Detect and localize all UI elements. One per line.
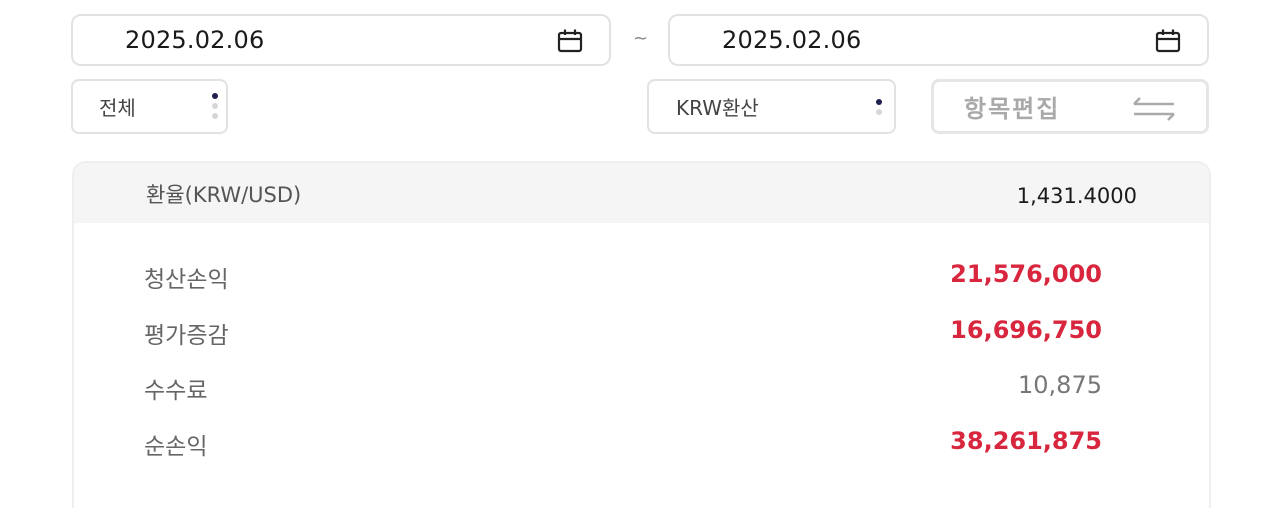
- exchange-rate-value: 1,431.4000: [1016, 184, 1137, 208]
- spinner-dots-icon: [212, 93, 218, 119]
- currency-select[interactable]: KRW환산: [647, 79, 896, 134]
- swap-arrows-icon: [1133, 97, 1175, 121]
- calendar-icon[interactable]: [1155, 28, 1181, 54]
- calendar-icon[interactable]: [557, 28, 583, 54]
- realized-pnl-row: 청산손익 21,576,000: [74, 260, 1209, 300]
- start-date-value: 2025.02.06: [125, 26, 265, 54]
- valuation-change-value: 16,696,750: [950, 316, 1102, 344]
- net-pnl-label: 순손익: [144, 434, 208, 460]
- start-date-field[interactable]: 2025.02.06: [71, 14, 611, 66]
- fee-row: 수수료 10,875: [74, 371, 1209, 411]
- valuation-change-label: 평가증감: [144, 323, 229, 349]
- exchange-rate-row: 환율(KRW/USD) 1,431.4000: [74, 163, 1209, 223]
- fee-value: 10,875: [1018, 371, 1102, 399]
- edit-items-label: 항목편집: [964, 95, 1061, 123]
- end-date-field[interactable]: 2025.02.06: [668, 14, 1209, 66]
- realized-pnl-value: 21,576,000: [950, 260, 1102, 288]
- pnl-summary-card: 환율(KRW/USD) 1,431.4000 청산손익 21,576,000 평…: [72, 161, 1211, 508]
- net-pnl-value: 38,261,875: [950, 427, 1102, 455]
- spinner-dots-icon: [876, 93, 882, 119]
- date-range-separator: ~: [633, 28, 649, 49]
- fee-label: 수수료: [144, 378, 208, 404]
- pnl-summary-page: 2025.02.06 ~ 2025.02.06 전체 KRW환산 항목편집 환율…: [0, 0, 1280, 508]
- realized-pnl-label: 청산손익: [144, 267, 229, 293]
- valuation-change-row: 평가증감 16,696,750: [74, 316, 1209, 356]
- edit-items-button[interactable]: 항목편집: [931, 79, 1209, 134]
- net-pnl-row: 순손익 38,261,875: [74, 427, 1209, 467]
- end-date-value: 2025.02.06: [722, 26, 862, 54]
- currency-select-value: KRW환산: [676, 96, 759, 120]
- category-select-value: 전체: [99, 96, 136, 120]
- category-select[interactable]: 전체: [71, 79, 228, 134]
- exchange-rate-label: 환율(KRW/USD): [146, 183, 302, 207]
